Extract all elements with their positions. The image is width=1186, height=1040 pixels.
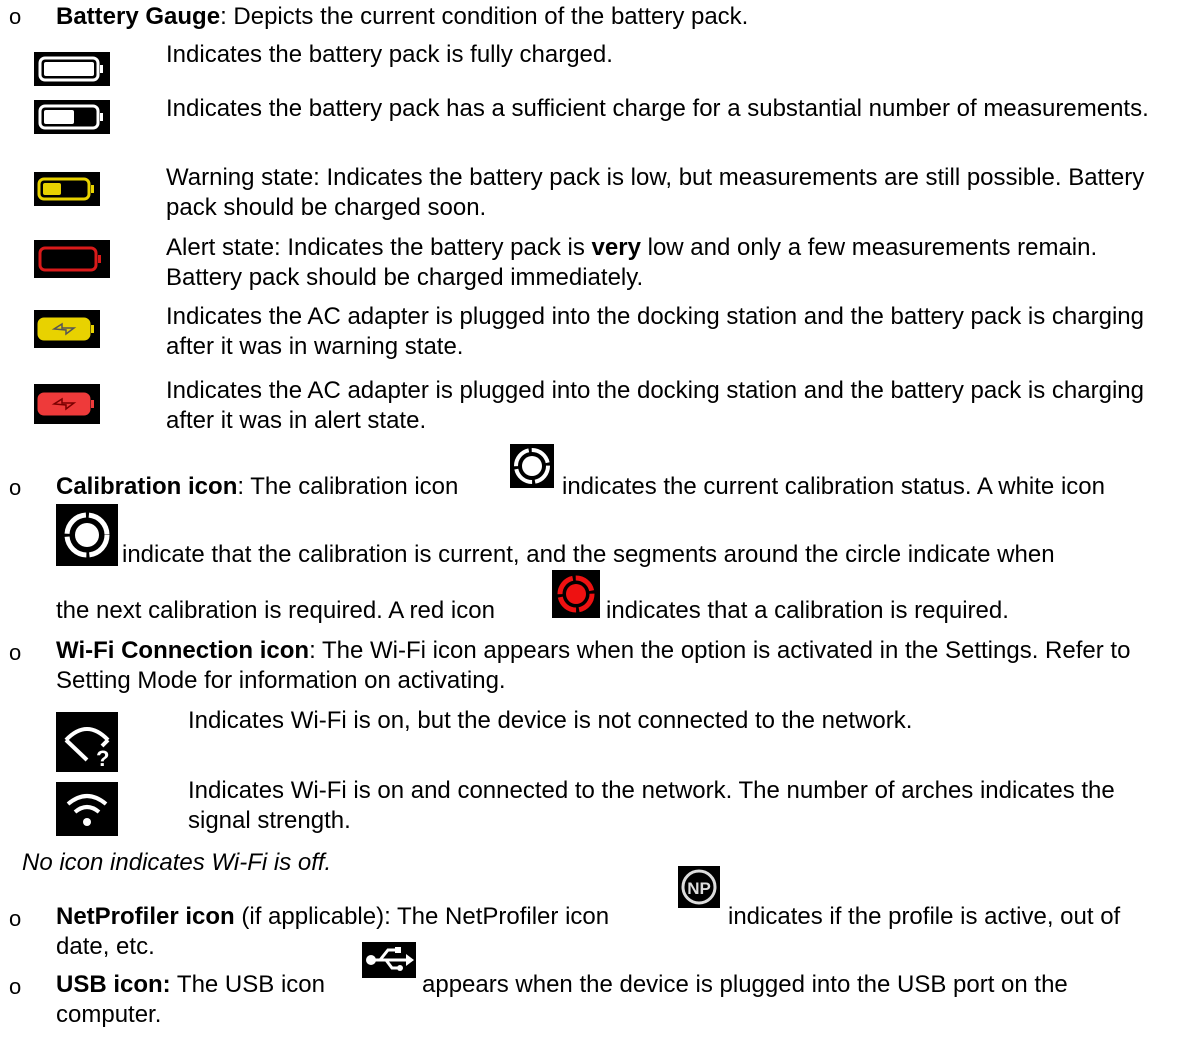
wifi-connected-icon xyxy=(56,782,118,836)
battery-half-icon xyxy=(34,100,110,134)
bullet-marker: o xyxy=(9,974,22,999)
bullet-marker: o xyxy=(9,906,22,931)
battery-charging-warning-icon xyxy=(34,310,100,348)
calibration-title: Calibration icon xyxy=(56,473,238,500)
svg-text:NP: NP xyxy=(687,879,711,898)
svg-text:?: ? xyxy=(96,746,109,771)
wifi-item-text: Indicates Wi-Fi is on, but the device is… xyxy=(188,707,913,734)
wifi-not-connected-icon: ? xyxy=(56,712,118,772)
calibration-current-icon xyxy=(510,444,554,488)
calibration-line-3a: the next calibration is required. A red … xyxy=(56,597,495,624)
calibration-white-icon xyxy=(56,504,118,566)
wifi-title: Wi-Fi Connection icon xyxy=(56,637,310,664)
battery-alert-icon xyxy=(34,240,110,278)
battery-item-text: Indicates the AC adapter is plugged into… xyxy=(166,303,1144,360)
usb-rest: appears when the device is plugged into … xyxy=(56,971,1068,1028)
battery-title: Battery Gauge xyxy=(56,3,221,30)
netprofiler-rest: indicates if the profile is active, out … xyxy=(56,903,1121,960)
bullet-marker: o xyxy=(9,4,22,29)
battery-warning-icon xyxy=(34,172,100,206)
battery-item-text: Indicates the AC adapter is plugged into… xyxy=(166,377,1144,434)
calibration-line-1b: indicates the current calibration status… xyxy=(562,473,1105,500)
battery-item-text: Warning state: Indicates the battery pac… xyxy=(166,164,1145,221)
battery-item-text: Alert state: Indicates the battery pack … xyxy=(166,234,1098,291)
battery-item-text: Indicates the battery pack has a suffici… xyxy=(166,95,1149,122)
calibration-line-3b: indicates that a calibration is required… xyxy=(606,597,1009,624)
bullet-marker: o xyxy=(9,640,22,665)
wifi-off-note: No icon indicates Wi-Fi is off. xyxy=(22,849,332,876)
calibration-line-1: Calibration icon: The calibration icon xyxy=(56,473,459,500)
calibration-red-icon xyxy=(552,570,600,618)
battery-item-text: Indicates the battery pack is fully char… xyxy=(166,41,613,68)
wifi-item-text: Indicates Wi-Fi is on and connected to t… xyxy=(188,777,1115,834)
battery-charging-alert-icon xyxy=(34,384,100,424)
calibration-line-2: indicate that the calibration is current… xyxy=(122,541,1055,568)
wifi-heading: Wi-Fi Connection icon: The Wi-Fi icon ap… xyxy=(56,637,1131,694)
battery-heading: Battery Gauge: Depicts the current condi… xyxy=(56,2,748,32)
battery-full-icon xyxy=(34,52,110,86)
battery-desc: : Depicts the current condition of the b… xyxy=(220,3,749,30)
bullet-marker: o xyxy=(9,475,22,500)
